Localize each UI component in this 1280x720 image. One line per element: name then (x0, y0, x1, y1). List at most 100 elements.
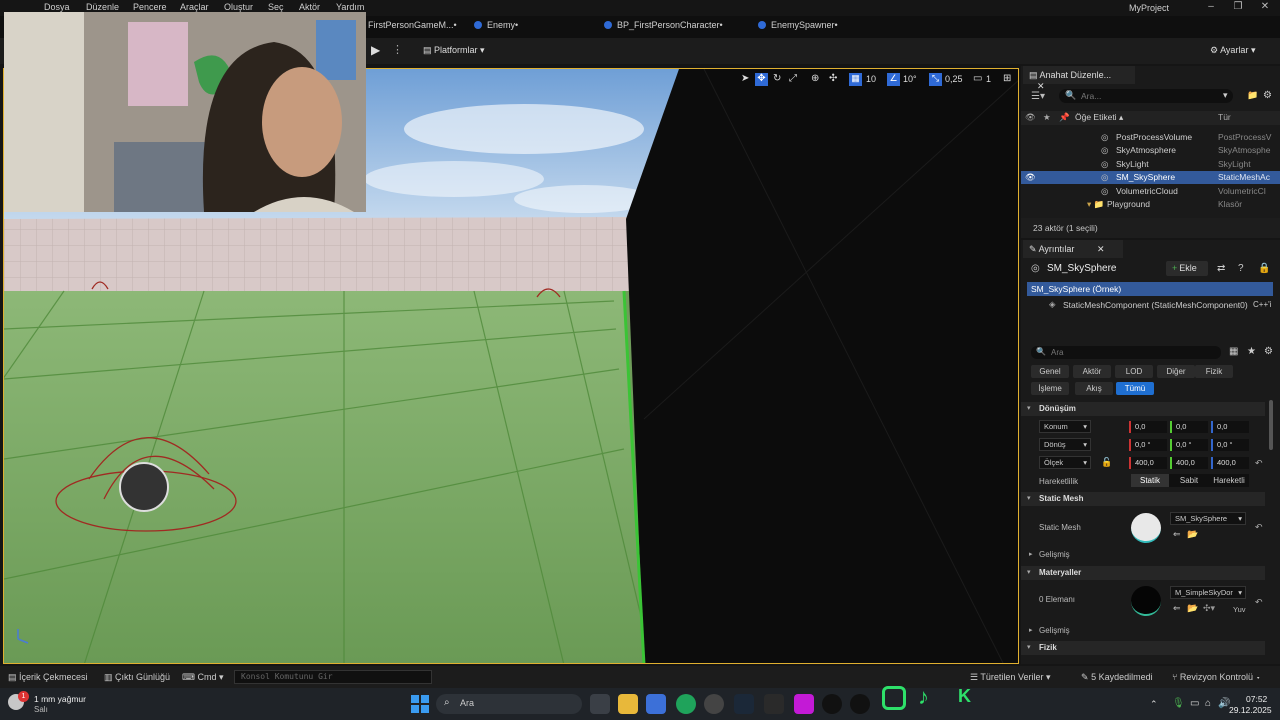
tab-details[interactable]: ✎ Ayrıntılar ✕ (1023, 240, 1123, 258)
component-row-instance[interactable]: SM_SkySphere (Örnek) (1027, 282, 1273, 296)
menu-tools[interactable]: Araçlar (180, 2, 209, 12)
steam-icon[interactable] (734, 694, 754, 714)
platforms-button[interactable]: ▤ Platformlar ▾ (423, 45, 485, 56)
details-search-input[interactable]: 🔍 Ara (1031, 346, 1221, 359)
visibility-column-icon[interactable]: 👁 (1025, 112, 1036, 123)
use-selected-icon[interactable]: ⇐ (1173, 603, 1181, 614)
console-input[interactable]: Konsol Komutunu Gir (234, 670, 432, 684)
location-mode-dropdown[interactable]: Konum ▾ (1039, 420, 1091, 433)
scale-mode-icon[interactable]: ⤢ (789, 73, 797, 84)
camera-speed-value[interactable]: 1 (986, 74, 991, 84)
details-settings-icon[interactable]: ⚙ (1264, 346, 1273, 357)
menu-file[interactable]: Dosya (44, 2, 70, 12)
category-general[interactable]: Genel (1031, 365, 1069, 378)
scale-z-field[interactable]: 400,0 (1211, 457, 1249, 469)
rotation-y-field[interactable]: 0,0 ° (1170, 439, 1208, 451)
outliner-search-input[interactable]: 🔍 Ara... (1059, 89, 1233, 103)
use-selected-icon[interactable]: ⇐ (1173, 529, 1181, 540)
category-all[interactable]: Tümü (1116, 382, 1154, 395)
menu-select[interactable]: Seç (268, 2, 284, 12)
location-z-field[interactable]: 0,0 (1211, 421, 1249, 433)
reset-icon[interactable]: ↶ (1255, 597, 1263, 608)
weather-text[interactable]: 1 mm yağmur (34, 694, 86, 704)
network-icon[interactable]: ⌂ (1205, 698, 1211, 709)
lock-icon[interactable]: 🔒 (1258, 263, 1270, 274)
minimize-button[interactable]: – (1203, 1, 1219, 15)
taskbar-search[interactable]: ⌕ Ara (436, 694, 582, 714)
tiktok-icon[interactable]: ♪ (918, 684, 929, 710)
static-mesh-picker[interactable]: SM_SkySphere ▾ (1170, 512, 1246, 525)
windows-start-icon[interactable] (410, 694, 430, 714)
menu-window[interactable]: Pencere (133, 2, 167, 12)
chrome-icon[interactable] (676, 694, 696, 714)
grid-snap-icon[interactable]: ▦ (849, 73, 862, 86)
outliner-row[interactable]: ▾ 📁 Playground Klasör (1021, 198, 1280, 211)
maximize-button[interactable]: ❐ (1230, 1, 1246, 15)
component-row-static-mesh[interactable]: ◈ StaticMeshComponent (StaticMeshCompone… (1027, 298, 1273, 312)
output-log-button[interactable]: ▥ Çıktı Günlüğü (104, 672, 170, 683)
blueprint-convert-icon[interactable]: ⇄ (1217, 263, 1225, 274)
outliner-row[interactable]: ◎ SkyLight SkyLight (1021, 158, 1280, 171)
menu-actor[interactable]: Aktör (299, 2, 320, 12)
rotation-x-field[interactable]: 0,0 ° (1129, 439, 1167, 451)
add-folder-icon[interactable]: 📁 (1247, 90, 1258, 101)
material-picker[interactable]: M_SimpleSkyDor ▾ (1170, 586, 1246, 599)
visibility-eye-icon[interactable]: 👁 (1025, 172, 1036, 183)
grid-snap-value[interactable]: 10 (866, 74, 876, 84)
cmd-dropdown[interactable]: ⌨ Cmd ▾ (182, 672, 224, 683)
scale-snap-value[interactable]: 0,25 (945, 74, 963, 84)
kick-icon[interactable]: K (958, 686, 971, 707)
file-explorer-icon[interactable] (618, 694, 638, 714)
app-icon[interactable] (794, 694, 814, 714)
section-materials[interactable]: Materyaller (1021, 566, 1265, 580)
clock-time[interactable]: 07:52 (1246, 694, 1267, 704)
derived-data-button[interactable]: ☰ Türetilen Veriler ▾ (970, 672, 1050, 683)
unreal-engine-icon[interactable] (850, 694, 870, 714)
mobility-static[interactable]: Statik (1131, 474, 1169, 487)
outliner-settings-icon[interactable]: ⚙ (1263, 90, 1272, 101)
settings-button[interactable]: ⚙ Ayarlar ▾ (1210, 45, 1255, 56)
category-misc[interactable]: Diğer (1157, 365, 1195, 378)
more-options-icon[interactable]: ⋮ (392, 43, 403, 56)
reset-icon[interactable]: ↶ (1255, 522, 1263, 533)
help-icon[interactable]: ? (1238, 263, 1244, 274)
section-static-mesh[interactable]: Static Mesh (1021, 492, 1265, 506)
favorite-column-icon[interactable]: ★ (1043, 112, 1051, 123)
section-physics[interactable]: Fizik (1021, 641, 1265, 655)
unsaved-button[interactable]: ✎ 5 Kaydedilmedi (1081, 672, 1153, 683)
material-options-icon[interactable]: ✣▾ (1203, 603, 1215, 614)
column-type[interactable]: Tür (1218, 112, 1278, 122)
rotation-snap-icon[interactable]: ∠ (887, 73, 900, 86)
play-icon[interactable]: ▶ (371, 43, 380, 57)
github-icon[interactable] (704, 694, 724, 714)
category-lod[interactable]: LOD (1115, 365, 1153, 378)
favorites-icon[interactable]: ★ (1247, 346, 1256, 357)
layout-icon[interactable]: ⊞ (1003, 73, 1011, 84)
filter-icon[interactable]: ☰▾ (1031, 91, 1045, 102)
pin-column-icon[interactable]: 📌 (1059, 112, 1070, 123)
mobility-movable[interactable]: Hareketli (1209, 474, 1249, 487)
close-button[interactable]: ✕ (1257, 1, 1273, 15)
microphone-icon[interactable]: 🎙 (1172, 698, 1185, 709)
rotation-z-field[interactable]: 0,0 ° (1211, 439, 1249, 451)
scale-snap-icon[interactable]: ⤡ (929, 73, 942, 86)
close-tab-icon[interactable]: ✕ (1037, 81, 1045, 91)
rotation-snap-value[interactable]: 10° (903, 74, 917, 84)
outliner-row[interactable]: ◎ SkyAtmosphere SkyAtmosphe (1021, 144, 1280, 157)
menu-help[interactable]: Yardım (336, 2, 364, 12)
rotate-mode-icon[interactable]: ↻ (773, 73, 781, 84)
store-icon[interactable] (646, 694, 666, 714)
revision-control-button[interactable]: ⑂ Revizyon Kontrolü ▾ (1172, 672, 1261, 682)
static-mesh-thumbnail[interactable] (1131, 513, 1161, 543)
tab-bp-firstpersoncharacter[interactable]: BP_FirstPersonCharacter• (604, 20, 723, 36)
location-x-field[interactable]: 0,0 (1129, 421, 1167, 433)
scale-mode-dropdown[interactable]: Ölçek ▾ (1039, 456, 1091, 469)
add-component-button[interactable]: + Ekle (1166, 261, 1208, 276)
column-item-label[interactable]: Öğe Etiketi ▴ (1075, 112, 1123, 123)
unreal-engine-icon[interactable] (822, 694, 842, 714)
browse-icon[interactable]: 📂 (1187, 529, 1198, 540)
property-matrix-icon[interactable]: ▦ (1229, 346, 1238, 357)
materials-advanced[interactable]: Gelişmiş (1039, 626, 1070, 635)
category-streaming[interactable]: Akış (1075, 382, 1113, 395)
outliner-row[interactable]: 👁 ◎ SM_SkySphere StaticMeshAc (1021, 171, 1280, 185)
